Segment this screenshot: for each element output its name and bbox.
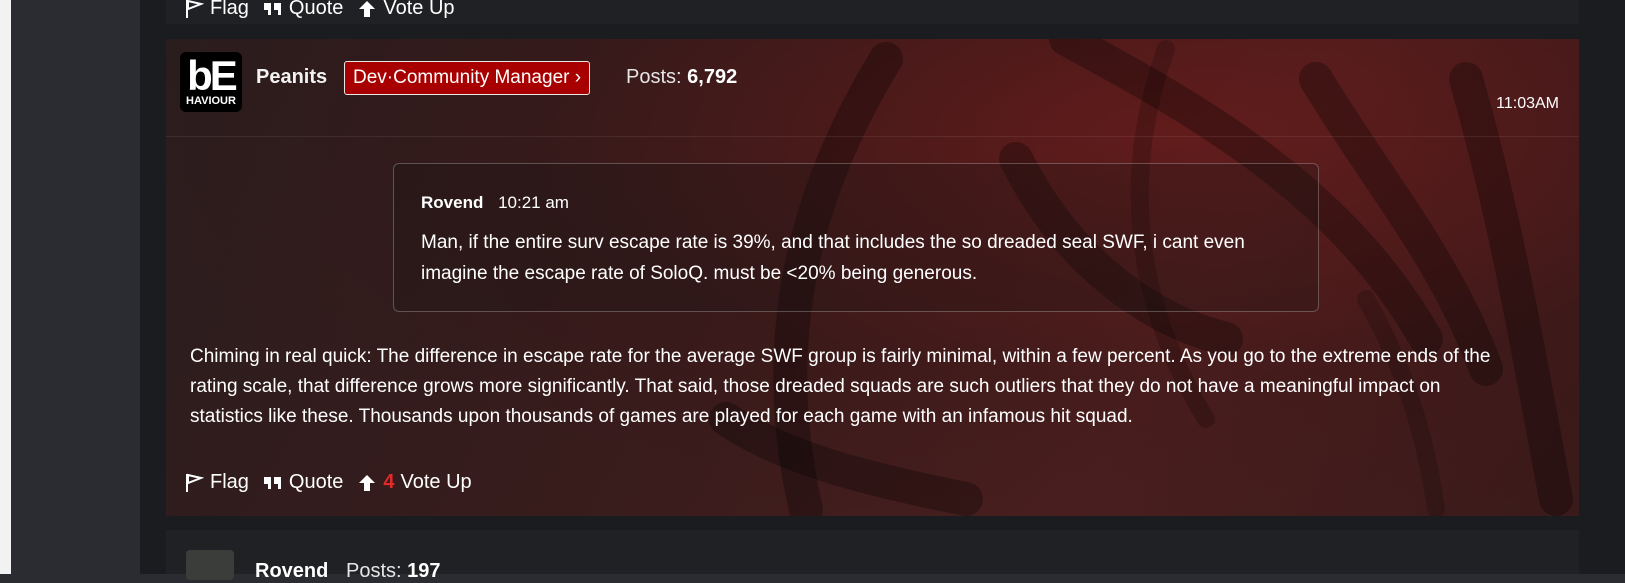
flag-label: Flag bbox=[210, 471, 249, 493]
vote-up-button[interactable]: Vote Up bbox=[357, 0, 455, 20]
posts-count-value: 197 bbox=[407, 560, 441, 582]
flag-icon bbox=[186, 473, 204, 492]
logo-subtext: HAVIOUR bbox=[186, 95, 236, 107]
quote-label: Quote bbox=[288, 0, 344, 19]
flag-button[interactable]: Flag bbox=[184, 0, 249, 20]
previous-post-actions: Flag Quote Vote Up bbox=[184, 0, 469, 20]
vote-up-label: Vote Up bbox=[383, 0, 455, 19]
quote-label: Quote bbox=[288, 471, 344, 493]
username-link[interactable]: Peanits bbox=[256, 66, 327, 89]
post-time[interactable]: 11:03AM bbox=[1496, 95, 1559, 113]
left-gutter bbox=[0, 0, 11, 574]
posts-label: Posts: bbox=[346, 560, 402, 582]
quote-author[interactable]: Rovend bbox=[421, 193, 483, 212]
quote-meta: Rovend 10:21 am bbox=[421, 193, 569, 213]
vote-count: 4 bbox=[383, 471, 395, 493]
quote-time: 10:21 am bbox=[498, 193, 569, 212]
post-count: Posts: 197 bbox=[346, 560, 441, 583]
quote-icon bbox=[263, 476, 281, 489]
posts-count-value: 6,792 bbox=[687, 66, 738, 88]
flag-button[interactable]: Flag bbox=[184, 471, 249, 494]
post-count: Posts: 6,792 bbox=[626, 66, 737, 89]
logo-text: bE bbox=[187, 52, 238, 99]
avatar[interactable]: bE HAVIOUR bbox=[180, 52, 242, 112]
flag-icon bbox=[186, 0, 204, 18]
avatar[interactable] bbox=[186, 550, 234, 580]
dev-post-card: bE HAVIOUR Peanits Dev·Community Manager… bbox=[166, 39, 1579, 516]
quote-button[interactable]: Quote bbox=[263, 471, 343, 494]
post-body: Chiming in real quick: The difference in… bbox=[190, 346, 1491, 427]
dev-post-actions: Flag Quote 4 Vote Up bbox=[184, 471, 486, 494]
arrow-up-icon bbox=[359, 0, 376, 17]
vote-up-label: Vote Up bbox=[400, 471, 472, 493]
posts-label: Posts: bbox=[626, 66, 682, 88]
quote-button[interactable]: Quote bbox=[263, 0, 343, 20]
arrow-up-icon bbox=[359, 474, 376, 491]
post-header: bE HAVIOUR Peanits Dev·Community Manager… bbox=[166, 39, 1579, 137]
flag-label: Flag bbox=[210, 0, 249, 19]
quote-block: Rovend 10:21 am Man, if the entire surv … bbox=[393, 163, 1319, 312]
vote-up-button[interactable]: 4 Vote Up bbox=[357, 471, 472, 494]
quote-text: Man, if the entire surv escape rate is 3… bbox=[421, 232, 1245, 284]
username-link[interactable]: Rovend bbox=[255, 560, 328, 583]
role-badge[interactable]: Dev·Community Manager › bbox=[344, 61, 591, 95]
quote-icon bbox=[263, 2, 281, 15]
